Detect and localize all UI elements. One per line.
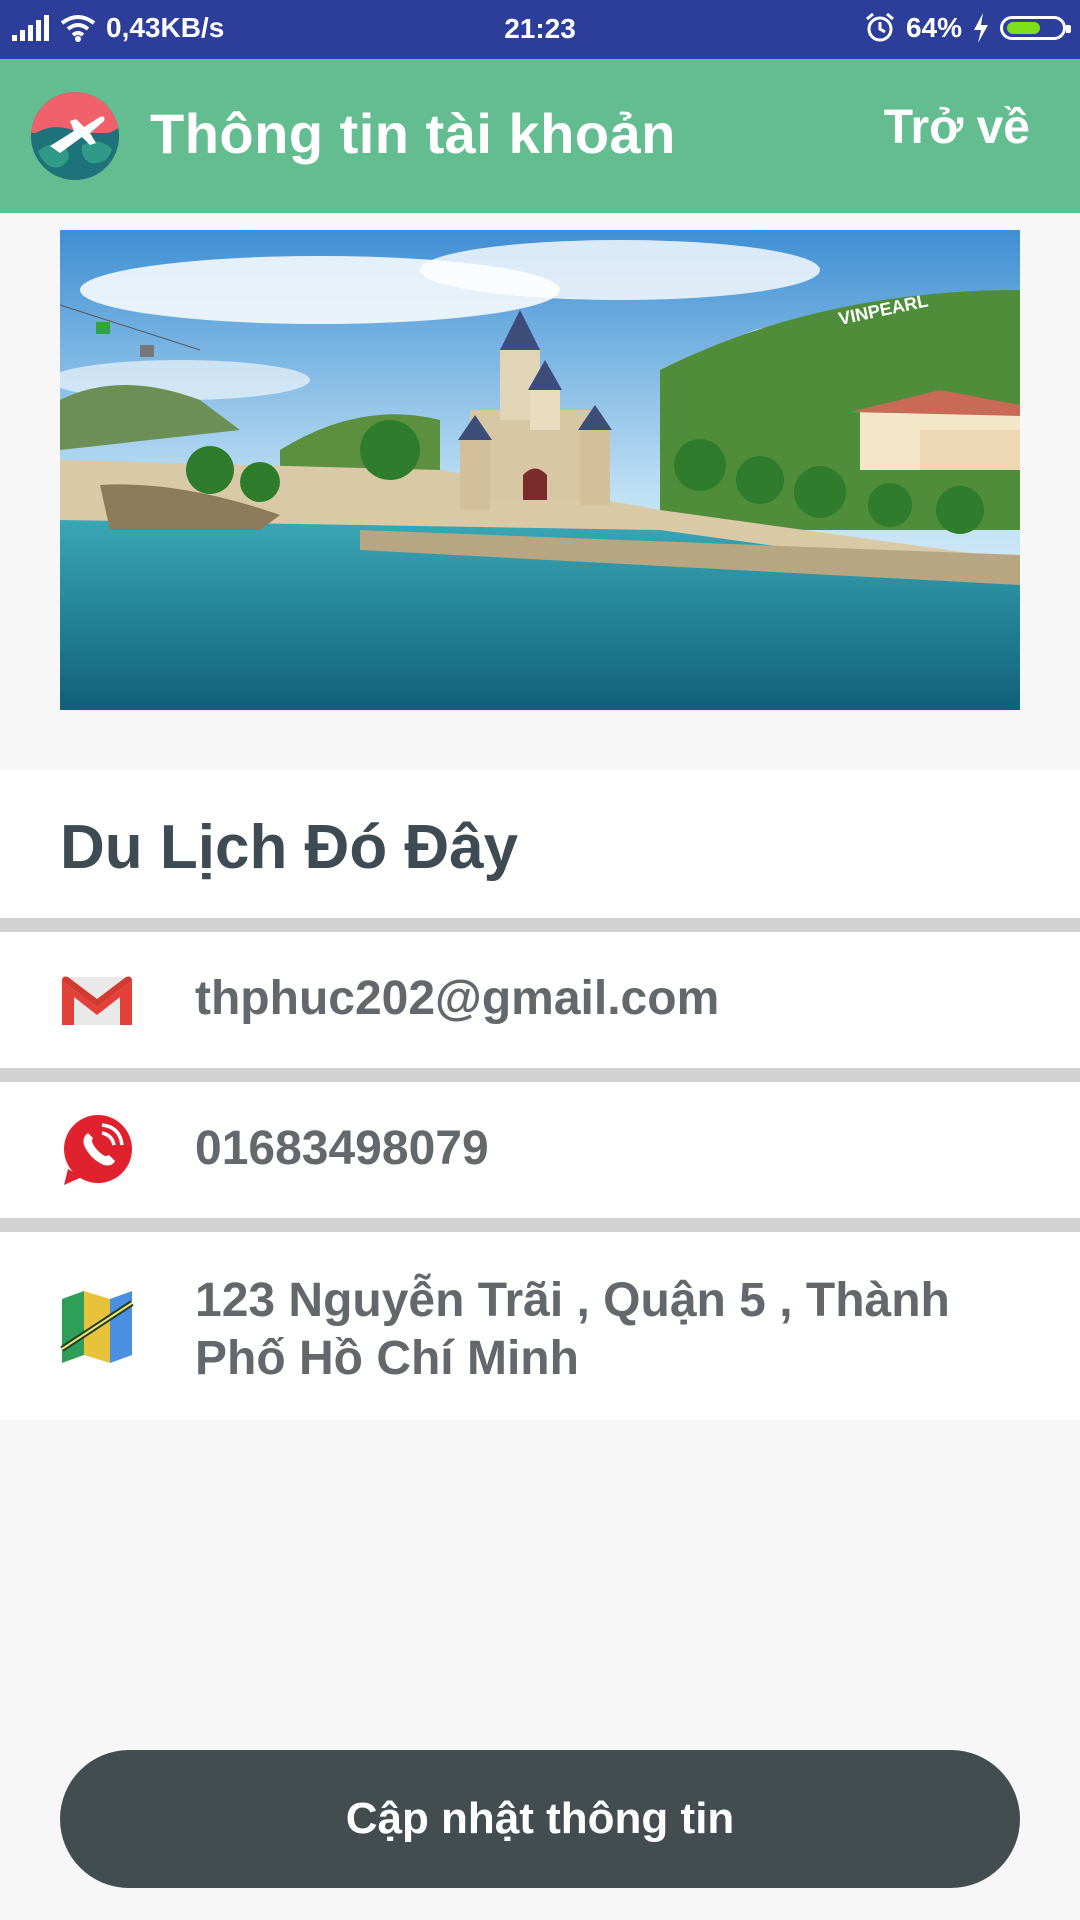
battery-percent: 64% [905,12,962,43]
charging-icon [974,13,988,43]
name-card: Du Lịch Đó Đây [0,770,1080,918]
status-bar: 0,43KB/s 21:23 64% [0,0,1080,59]
email-text: thphuc202@gmail.com [195,972,720,1025]
globe-plane-icon [31,92,119,180]
gmail-icon [62,976,132,1025]
battery-icon [1000,16,1071,40]
battery-level [1007,22,1040,34]
phone-row[interactable]: 01683498079 [0,1082,1080,1218]
alarm-icon [865,12,894,42]
page-title: Thông tin tài khoản [150,102,676,165]
phone-call-icon [64,1115,132,1185]
app-bar: Thông tin tài khoản Trở về [0,59,1080,213]
email-row[interactable]: thphuc202@gmail.com [0,932,1080,1068]
update-info-button[interactable]: Cập nhật thông tin [60,1750,1020,1888]
address-row[interactable]: 123 Nguyễn Trãi , Quận 5 , Thành Phố Hồ … [0,1232,1080,1420]
phone-text: 01683498079 [195,1122,489,1175]
back-button[interactable]: Trở về [878,99,1036,156]
divider [0,1068,1080,1082]
banner-image: VINPEARL [60,230,1020,710]
divider [0,918,1080,932]
map-icon [60,1291,134,1363]
divider [0,1218,1080,1232]
address-text: 123 Nguyễn Trãi , Quận 5 , Thành Phố Hồ … [195,1274,950,1385]
account-name: Du Lịch Đó Đây [60,813,519,882]
status-right: 64% [864,12,1071,44]
